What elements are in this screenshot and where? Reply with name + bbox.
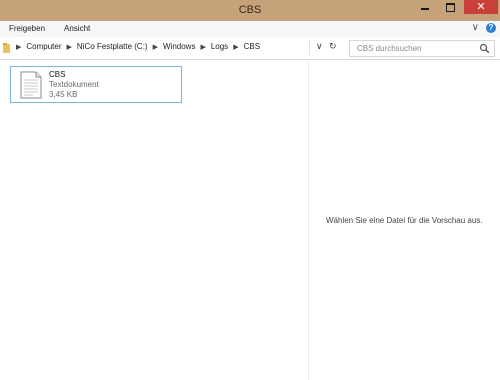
- search-icon[interactable]: [479, 43, 490, 54]
- ribbon-bar: Freigeben Ansicht ∨ ?: [0, 21, 500, 37]
- help-icon[interactable]: ?: [486, 23, 496, 33]
- preview-pane: Wählen Sie eine Datei für die Vorschau a…: [309, 60, 500, 380]
- breadcrumb-windows[interactable]: Windows: [163, 42, 195, 51]
- list-item[interactable]: CBS Textdokument 3,45 KB: [10, 66, 182, 103]
- title-bar[interactable]: CBS ✕: [0, 0, 500, 21]
- folder-icon: [3, 43, 10, 53]
- refresh-icon[interactable]: ↻: [329, 41, 337, 52]
- text-document-icon: [20, 71, 42, 99]
- chevron-right-icon[interactable]: ▶: [16, 43, 21, 51]
- preview-message: Wählen Sie eine Datei für die Vorschau a…: [326, 216, 483, 225]
- address-divider: [309, 40, 310, 55]
- chevron-right-icon[interactable]: ▶: [233, 43, 238, 51]
- file-size: 3,45 KB: [49, 90, 78, 99]
- address-bar-row: ▶ Computer ▶ NiCo Festplatte (C:) ▶ Wind…: [0, 37, 500, 60]
- tab-freigeben[interactable]: Freigeben: [9, 24, 45, 33]
- minimize-icon: [421, 8, 429, 10]
- breadcrumb[interactable]: ▶ Computer ▶ NiCo Festplatte (C:) ▶ Wind…: [11, 42, 260, 51]
- minimize-button[interactable]: [412, 0, 438, 14]
- breadcrumb-cbs[interactable]: CBS: [244, 42, 260, 51]
- close-icon: ✕: [476, 0, 486, 13]
- chevron-right-icon[interactable]: ▶: [153, 43, 158, 51]
- breadcrumb-computer[interactable]: Computer: [26, 42, 61, 51]
- chevron-right-icon[interactable]: ▶: [200, 43, 205, 51]
- maximize-icon: [445, 2, 455, 12]
- file-list-pane[interactable]: CBS Textdokument 3,45 KB: [0, 60, 308, 380]
- file-type: Textdokument: [49, 80, 99, 89]
- tab-ansicht[interactable]: Ansicht: [64, 24, 90, 33]
- search-input[interactable]: CBS durchsuchen: [349, 40, 495, 57]
- expand-ribbon-icon[interactable]: ∨: [472, 22, 479, 33]
- maximize-button[interactable]: [437, 0, 463, 14]
- file-name: CBS: [49, 70, 66, 79]
- chevron-down-icon[interactable]: ∨: [316, 41, 323, 52]
- close-button[interactable]: ✕: [464, 0, 498, 14]
- breadcrumb-logs[interactable]: Logs: [211, 42, 228, 51]
- breadcrumb-drive-c[interactable]: NiCo Festplatte (C:): [77, 42, 148, 51]
- search-placeholder: CBS durchsuchen: [357, 44, 422, 53]
- chevron-right-icon[interactable]: ▶: [67, 43, 72, 51]
- explorer-window: CBS ✕ Freigeben Ansicht ∨ ? ▶ Computer ▶…: [0, 0, 500, 380]
